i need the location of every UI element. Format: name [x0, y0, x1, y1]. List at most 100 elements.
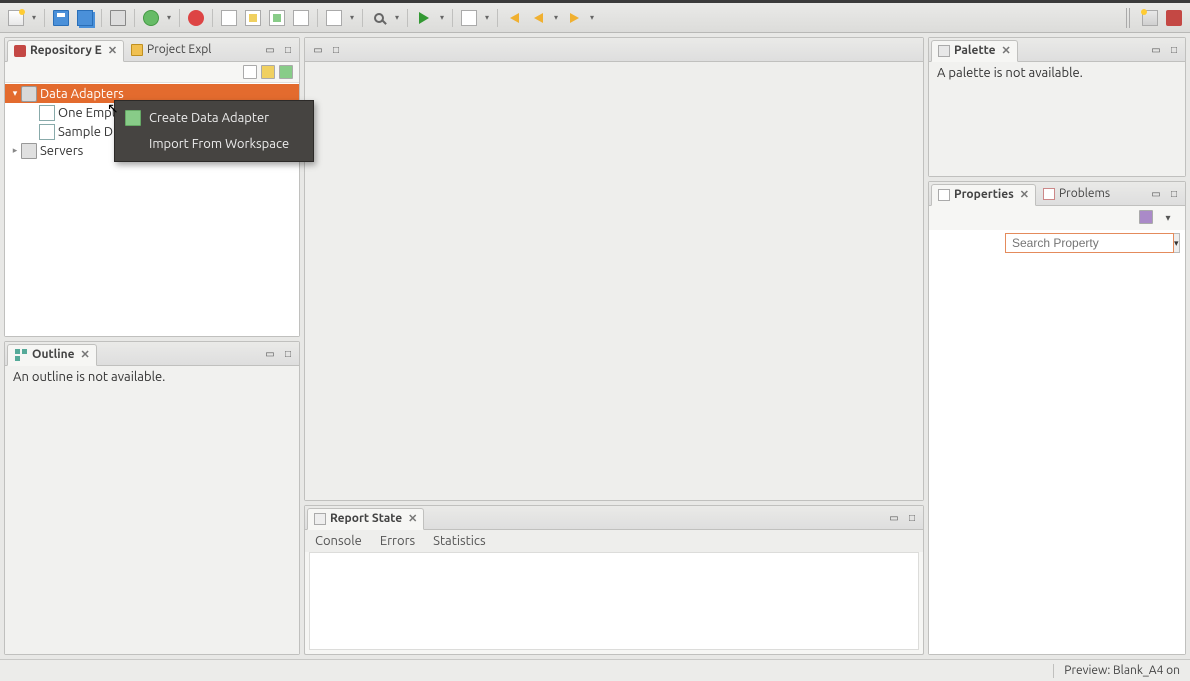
forward-button[interactable]: [564, 8, 584, 28]
close-icon[interactable]: ✕: [1020, 188, 1029, 201]
minimize-button[interactable]: ▭: [310, 42, 326, 58]
properties-view: Properties ✕ Problems ▭ □ ▾ ▾: [928, 181, 1186, 655]
tree-item-label: Sample DB: [58, 125, 121, 139]
report-subtabs: Console Errors Statistics: [305, 530, 923, 552]
debug-button[interactable]: [186, 8, 206, 28]
nav-last-dropdown[interactable]: ▾: [483, 8, 491, 28]
palette-body: A palette is not available.: [929, 62, 1185, 176]
outline-body: An outline is not available.: [5, 366, 299, 654]
tab-problems-label: Problems: [1059, 187, 1110, 200]
nav-last-button[interactable]: [459, 8, 479, 28]
sheet-button[interactable]: [324, 8, 344, 28]
menu-create-data-adapter[interactable]: Create Data Adapter: [115, 105, 313, 131]
maximize-button[interactable]: □: [328, 42, 344, 58]
minimize-button[interactable]: ▭: [1148, 42, 1164, 58]
maximize-button[interactable]: □: [904, 510, 920, 526]
build-dropdown[interactable]: ▾: [165, 8, 173, 28]
new-button[interactable]: [6, 8, 26, 28]
editor-tabbar: ▭ □: [305, 38, 923, 62]
back-dropdown[interactable]: ▾: [552, 8, 560, 28]
jasper-perspective-button[interactable]: [1164, 8, 1184, 28]
tree-item-label: Servers: [40, 144, 83, 158]
search-property-dropdown[interactable]: ▾: [1174, 233, 1180, 253]
outline-icon: [14, 348, 28, 362]
minimize-button[interactable]: ▭: [1148, 186, 1164, 202]
minimize-button[interactable]: ▭: [262, 346, 278, 362]
minimize-button[interactable]: ▭: [886, 510, 902, 526]
repository-icon: [14, 45, 26, 57]
tab-project-explorer-label: Project Expl: [147, 43, 211, 56]
close-icon[interactable]: ✕: [108, 44, 117, 57]
new-dropdown[interactable]: ▾: [30, 8, 38, 28]
tab-report-state-label: Report State: [330, 512, 402, 525]
search-dropdown[interactable]: ▾: [393, 8, 401, 28]
properties-toolbar: ▾: [929, 206, 1185, 230]
pin-icon[interactable]: [1139, 210, 1153, 224]
print-button[interactable]: [108, 8, 128, 28]
back-button-2[interactable]: [528, 8, 548, 28]
doc1-button[interactable]: [219, 8, 239, 28]
subtab-errors[interactable]: Errors: [380, 534, 415, 548]
sheet-dropdown[interactable]: ▾: [348, 8, 356, 28]
forward-dropdown[interactable]: ▾: [588, 8, 596, 28]
problems-icon: [1043, 188, 1055, 200]
maximize-button[interactable]: □: [1166, 186, 1182, 202]
subtab-statistics[interactable]: Statistics: [433, 534, 485, 548]
close-icon[interactable]: ✕: [1002, 44, 1011, 57]
expand-icon[interactable]: ▾: [9, 88, 21, 99]
tab-outline-label: Outline: [32, 348, 75, 361]
tab-outline[interactable]: Outline ✕: [7, 344, 97, 366]
report-icon: [314, 513, 326, 525]
palette-view: Palette ✕ ▭ □ A palette is not available…: [928, 37, 1186, 177]
database-icon: [21, 86, 37, 102]
add-icon[interactable]: [279, 65, 293, 79]
search-button[interactable]: [369, 8, 389, 28]
tab-properties-label: Properties: [954, 188, 1014, 201]
maximize-button[interactable]: □: [280, 346, 296, 362]
maximize-button[interactable]: □: [280, 42, 296, 58]
menu-import-from-workspace[interactable]: Import From Workspace: [115, 131, 313, 157]
minimize-button[interactable]: ▭: [262, 42, 278, 58]
tab-problems[interactable]: Problems: [1036, 183, 1117, 205]
outline-empty-text: An outline is not available.: [13, 370, 165, 384]
menu-item-label: Create Data Adapter: [149, 111, 269, 125]
tab-palette[interactable]: Palette ✕: [931, 40, 1018, 62]
maximize-button[interactable]: □: [1166, 42, 1182, 58]
doc4-button[interactable]: [291, 8, 311, 28]
repository-view: Repository E ✕ Project Expl ▭ □ ▾: [4, 37, 300, 337]
build-button[interactable]: [141, 8, 161, 28]
collapse-all-icon[interactable]: [243, 65, 257, 79]
tree-item-label: Data Adapters: [40, 87, 124, 101]
doc3-button[interactable]: [267, 8, 287, 28]
create-adapter-icon: [125, 110, 141, 126]
menu-item-label: Import From Workspace: [149, 137, 289, 151]
back-button-1[interactable]: [504, 8, 524, 28]
status-text: Preview: Blank_A4 on: [1064, 664, 1180, 677]
close-icon[interactable]: ✕: [81, 348, 90, 361]
tab-repository-label: Repository E: [30, 44, 102, 57]
save-button[interactable]: [51, 8, 71, 28]
adapter-icon: [39, 105, 55, 121]
run-button[interactable]: [414, 8, 434, 28]
tab-properties[interactable]: Properties ✕: [931, 184, 1036, 206]
open-perspective-button[interactable]: [1140, 8, 1160, 28]
folder-icon: [131, 44, 143, 56]
context-menu: Create Data Adapter Import From Workspac…: [114, 100, 314, 162]
search-property-input[interactable]: [1005, 233, 1174, 253]
editor-body[interactable]: [305, 62, 923, 500]
close-icon[interactable]: ✕: [408, 512, 417, 525]
repository-toolbar: [5, 62, 299, 83]
main-toolbar: ▾ ▾ ▾ ▾ ▾ ▾ ▾ ▾: [0, 3, 1190, 33]
tab-report-state[interactable]: Report State ✕: [307, 508, 424, 530]
toolbar-handle[interactable]: [1126, 8, 1132, 28]
palette-icon: [938, 45, 950, 57]
save-all-button[interactable]: [75, 8, 95, 28]
run-dropdown[interactable]: ▾: [438, 8, 446, 28]
doc2-button[interactable]: [243, 8, 263, 28]
tab-project-explorer[interactable]: Project Expl: [124, 39, 218, 61]
tab-repository[interactable]: Repository E ✕: [7, 40, 124, 62]
expand-icon[interactable]: ▸: [9, 145, 21, 156]
view-menu-button[interactable]: ▾: [1160, 210, 1176, 226]
subtab-console[interactable]: Console: [315, 534, 362, 548]
edit-icon[interactable]: [261, 65, 275, 79]
